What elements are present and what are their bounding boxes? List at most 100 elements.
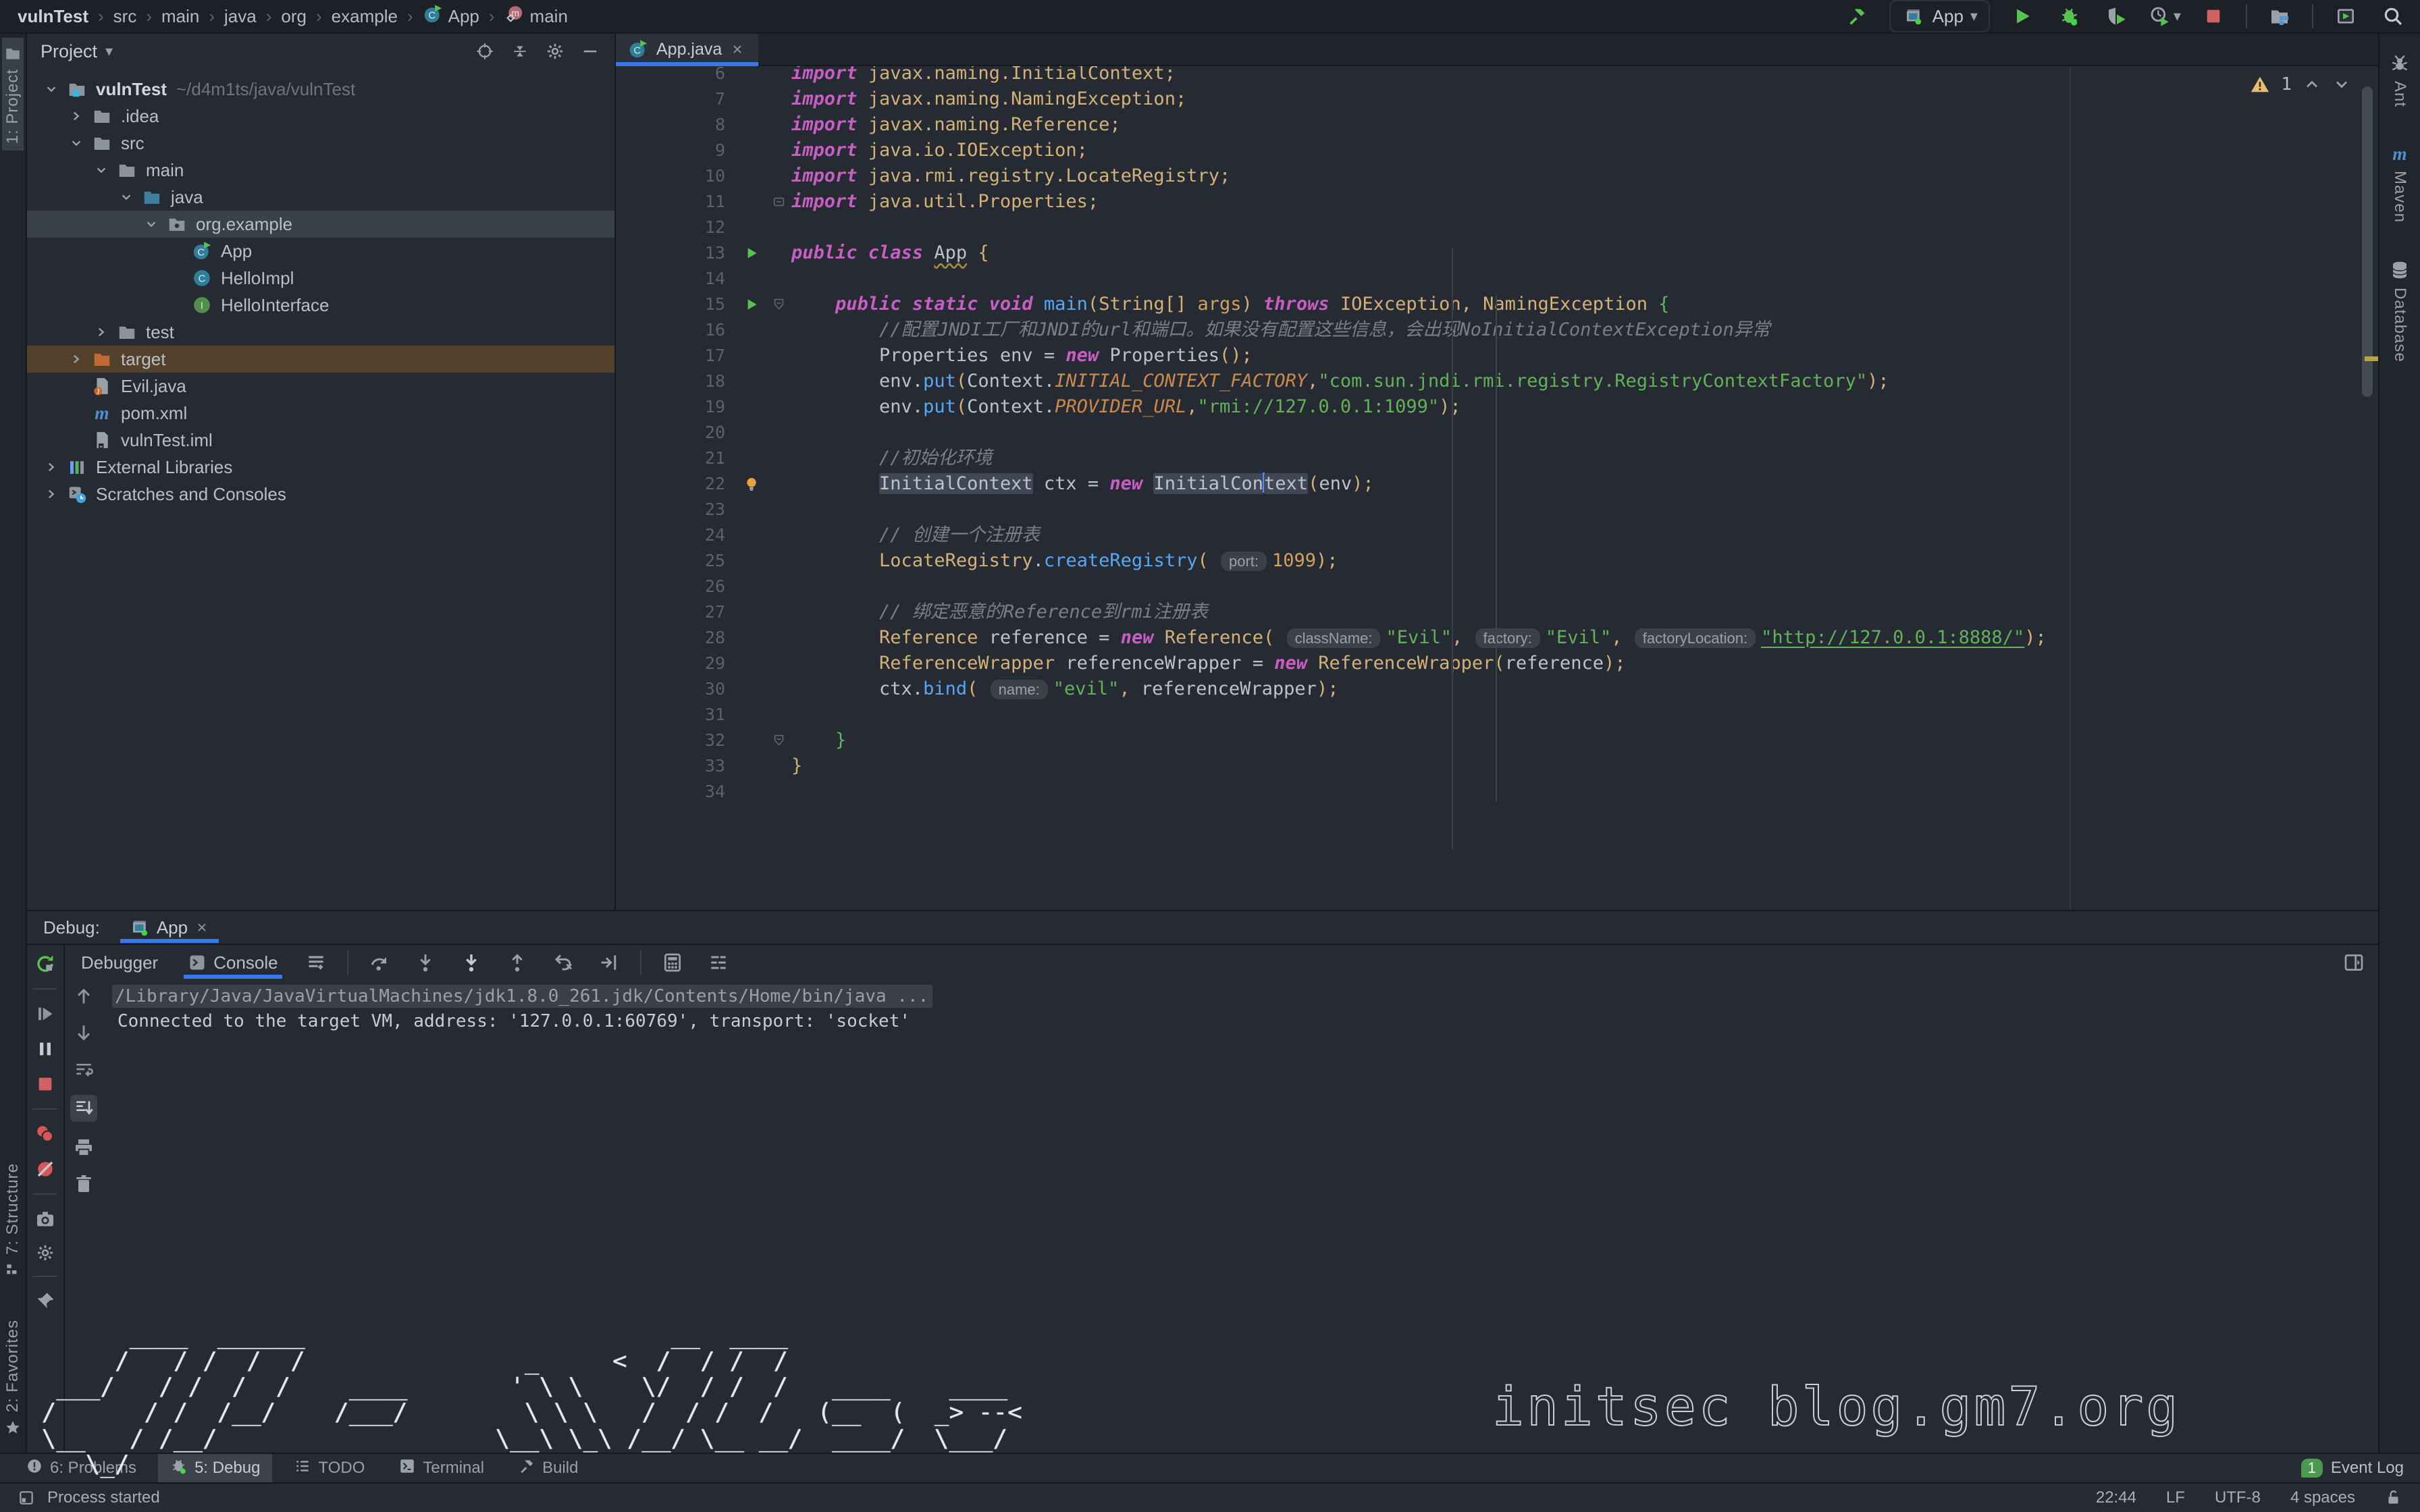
clear-console-button[interactable] xyxy=(73,1173,95,1195)
tree-item-scratches-and-consoles[interactable]: Scratches and Consoles xyxy=(27,481,614,508)
trace-streams-button[interactable] xyxy=(704,948,733,977)
code-line-25[interactable]: 25 LocateRegistry.createRegistry( port:1… xyxy=(616,548,2378,574)
view-breakpoints-button[interactable] xyxy=(34,1123,56,1145)
debug-settings-button[interactable] xyxy=(36,1243,55,1262)
tree-item--idea[interactable]: .idea xyxy=(27,103,614,130)
tree-item-test[interactable]: test xyxy=(27,319,614,346)
code-line-16[interactable]: 16 //配置JNDI工厂和JNDI的url和端口。如果没有配置这些信息，会出现… xyxy=(616,317,2378,343)
intention-bulb-icon[interactable] xyxy=(736,475,767,493)
rerun-button[interactable] xyxy=(34,953,56,975)
console-view-button[interactable] xyxy=(2339,948,2369,977)
tree-item-vulntest-iml[interactable]: vulnTest.iml xyxy=(27,427,614,454)
run-config-selector[interactable]: App ▾ xyxy=(1889,0,1990,32)
tab-debugger[interactable]: Debugger xyxy=(74,946,165,979)
hide-panel-button[interactable] xyxy=(577,42,604,61)
build-project-button[interactable] xyxy=(1842,1,1872,31)
thread-dump-button[interactable] xyxy=(34,1208,56,1230)
editor-body[interactable]: 6import javax.naming.InitialContext;7imp… xyxy=(616,66,2378,910)
tool-stripe-todo[interactable]: TODO xyxy=(282,1454,377,1482)
code-line-26[interactable]: 26 xyxy=(616,574,2378,599)
fold-marker-icon[interactable] xyxy=(767,297,791,312)
code-line-29[interactable]: 29 ReferenceWrapper referenceWrapper = n… xyxy=(616,651,2378,676)
scroll-to-end-button[interactable] xyxy=(70,1095,97,1122)
breadcrumb-item-main[interactable]: mmain xyxy=(504,4,568,29)
resume-button[interactable] xyxy=(34,1003,56,1025)
tool-stripe-build[interactable]: Build xyxy=(506,1454,590,1482)
tree-item-helloimpl[interactable]: CHelloImpl xyxy=(27,265,614,292)
code-line-7[interactable]: 7import javax.naming.NamingException; xyxy=(616,86,2378,112)
breadcrumb-item-example[interactable]: example xyxy=(332,6,398,27)
chevron-open-icon[interactable] xyxy=(114,188,138,206)
soft-wrap-button[interactable] xyxy=(73,1058,95,1080)
code-line-20[interactable]: 20 xyxy=(616,420,2378,446)
close-icon[interactable] xyxy=(730,42,746,57)
chevron-open-icon[interactable] xyxy=(139,215,163,233)
tree-item-app[interactable]: CApp xyxy=(27,238,614,265)
run-gutter-icon[interactable] xyxy=(736,296,767,313)
force-step-into-button[interactable] xyxy=(456,948,486,977)
breadcrumb-item-vulntest[interactable]: vulnTest xyxy=(18,6,88,27)
stop-button[interactable] xyxy=(2199,1,2228,31)
tool-stripe-project[interactable]: 1: Project xyxy=(2,38,24,151)
tool-stripe-5-debug[interactable]: 5: Debug xyxy=(158,1454,272,1482)
code-line-27[interactable]: 27 // 绑定恶意的Reference到rmi注册表 xyxy=(616,599,2378,625)
step-over-button[interactable] xyxy=(365,948,394,977)
run-gutter-icon[interactable] xyxy=(736,244,767,262)
code-line-34[interactable]: 34 xyxy=(616,779,2378,805)
pause-button[interactable] xyxy=(34,1038,56,1060)
close-icon[interactable] xyxy=(194,920,209,935)
tool-stripe-maven[interactable]: m Maven xyxy=(2390,144,2410,223)
pin-tab-button[interactable] xyxy=(34,1291,56,1312)
tool-stripe-6-problems[interactable]: 6: Problems xyxy=(14,1454,149,1482)
editor-tab-app-java[interactable]: C App.java xyxy=(616,34,758,65)
editor-scrollbar[interactable] xyxy=(2362,86,2373,397)
debug-button[interactable] xyxy=(2055,1,2084,31)
tool-stripe-database[interactable]: Database xyxy=(2389,259,2411,362)
status-cursor-position[interactable]: 22:44 xyxy=(2096,1488,2136,1507)
run-button[interactable] xyxy=(2007,1,2037,31)
code-line-9[interactable]: 9import java.io.IOException; xyxy=(616,138,2378,163)
evaluate-expression-button[interactable] xyxy=(658,948,687,977)
layout-options-button[interactable] xyxy=(301,948,331,977)
next-warning-button[interactable] xyxy=(2332,75,2351,94)
tab-console[interactable]: Console xyxy=(181,946,284,979)
tool-window-toggle-icon[interactable] xyxy=(18,1489,35,1507)
tool-stripe-structure[interactable]: 7: Structure xyxy=(2,1156,24,1286)
status-line-ending[interactable]: LF xyxy=(2166,1488,2185,1507)
breadcrumb-item-org[interactable]: org xyxy=(281,6,307,27)
lock-icon[interactable] xyxy=(2385,1489,2402,1507)
chevron-closed-icon[interactable] xyxy=(89,323,113,341)
project-structure-button[interactable] xyxy=(2265,1,2294,31)
run-anything-button[interactable] xyxy=(2331,1,2361,31)
code-line-12[interactable]: 12 xyxy=(616,215,2378,240)
breadcrumb-item-src[interactable]: src xyxy=(113,6,137,27)
chevron-open-icon[interactable] xyxy=(39,80,63,98)
code-line-24[interactable]: 24 // 创建一个注册表 xyxy=(616,522,2378,548)
chevron-closed-icon[interactable] xyxy=(39,485,63,503)
code-line-14[interactable]: 14 xyxy=(616,266,2378,292)
panel-settings-button[interactable] xyxy=(542,42,569,61)
chevron-open-icon[interactable] xyxy=(64,134,88,152)
step-out-button[interactable] xyxy=(502,948,532,977)
breadcrumb[interactable]: vulnTest›src›main›java›org›example›CApp›… xyxy=(18,4,568,29)
code-line-28[interactable]: 28 Reference reference = new Reference( … xyxy=(616,625,2378,651)
step-into-button[interactable] xyxy=(411,948,440,977)
tree-item-vulntest[interactable]: vulnTest~/d4m1ts/java/vulnTest xyxy=(27,76,614,103)
inspection-widget[interactable]: 1 xyxy=(2250,74,2351,94)
code-line-8[interactable]: 8import javax.naming.Reference; xyxy=(616,112,2378,138)
code-line-10[interactable]: 10import java.rmi.registry.LocateRegistr… xyxy=(616,163,2378,189)
run-to-cursor-button[interactable] xyxy=(594,948,624,977)
tree-item-src[interactable]: src xyxy=(27,130,614,157)
search-everywhere-button[interactable] xyxy=(2378,1,2408,31)
tool-stripe-ant[interactable]: Ant xyxy=(2389,53,2411,107)
locate-file-button[interactable] xyxy=(471,42,498,61)
code-line-22[interactable]: 22 InitialContext ctx = new InitialConte… xyxy=(616,471,2378,497)
code-line-23[interactable]: 23 xyxy=(616,497,2378,522)
status-encoding[interactable]: UTF-8 xyxy=(2215,1488,2261,1507)
breadcrumb-item-java[interactable]: java xyxy=(224,6,257,27)
status-indent[interactable]: 4 spaces xyxy=(2290,1488,2355,1507)
code-line-18[interactable]: 18 env.put(Context.INITIAL_CONTEXT_FACTO… xyxy=(616,369,2378,394)
code-line-15[interactable]: 15 public static void main(String[] args… xyxy=(616,292,2378,317)
breadcrumb-item-app[interactable]: CApp xyxy=(423,4,479,29)
fold-marker-icon[interactable] xyxy=(767,733,791,748)
